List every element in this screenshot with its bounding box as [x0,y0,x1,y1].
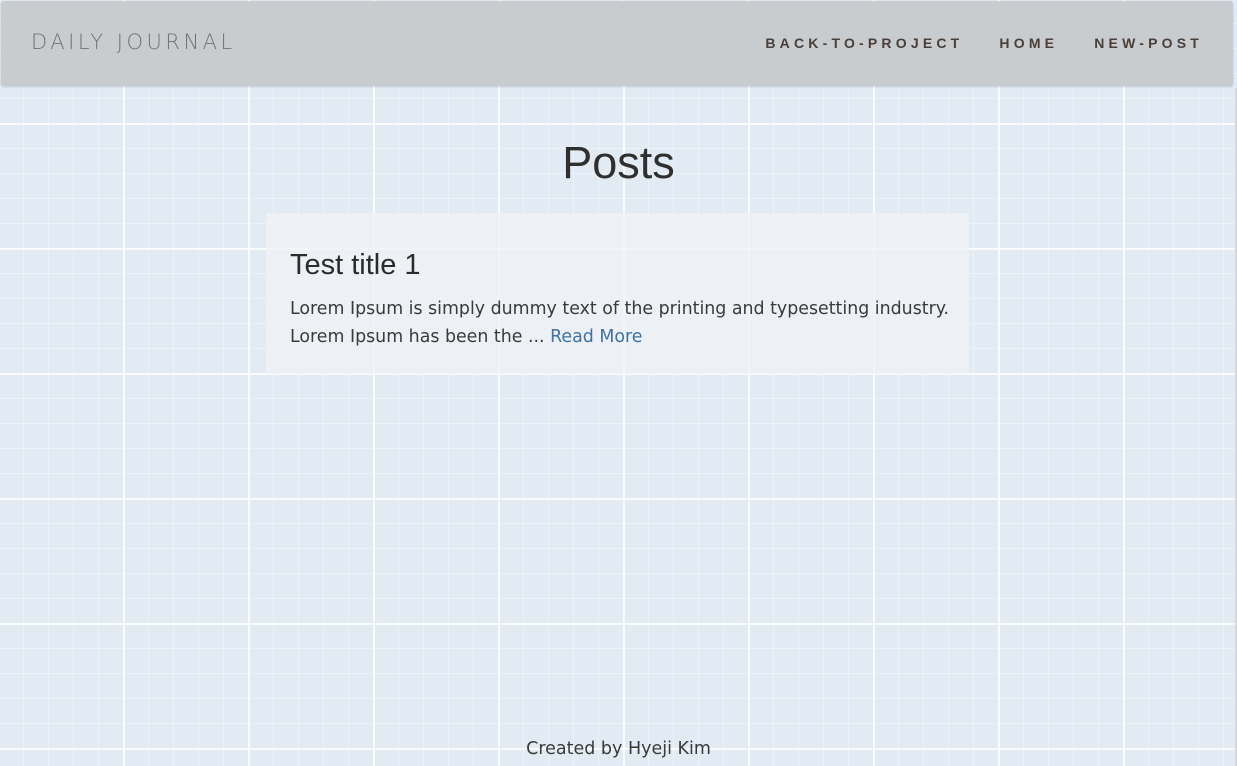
footer-credit: Created by Hyeji Kim [526,739,711,759]
post-excerpt: Lorem Ipsum is simply dummy text of the … [290,295,950,351]
nav-link-new-post[interactable]: NEW-POST [1094,34,1203,52]
nav-links: BACK-TO-PROJECT HOME NEW-POST [729,34,1203,52]
post-card: Test title 1 Lorem Ipsum is simply dummy… [266,213,969,374]
read-more-link[interactable]: Read More [550,327,642,347]
nav-link-home[interactable]: HOME [999,34,1058,52]
nav-link-back-to-project[interactable]: BACK-TO-PROJECT [765,34,963,52]
brand-logo-link[interactable]: DAILY JOURNAL [31,29,236,55]
top-navbar: DAILY JOURNAL BACK-TO-PROJECT HOME NEW-P… [1,1,1233,86]
page-title: Posts [562,137,675,188]
post-title: Test title 1 [290,249,421,281]
